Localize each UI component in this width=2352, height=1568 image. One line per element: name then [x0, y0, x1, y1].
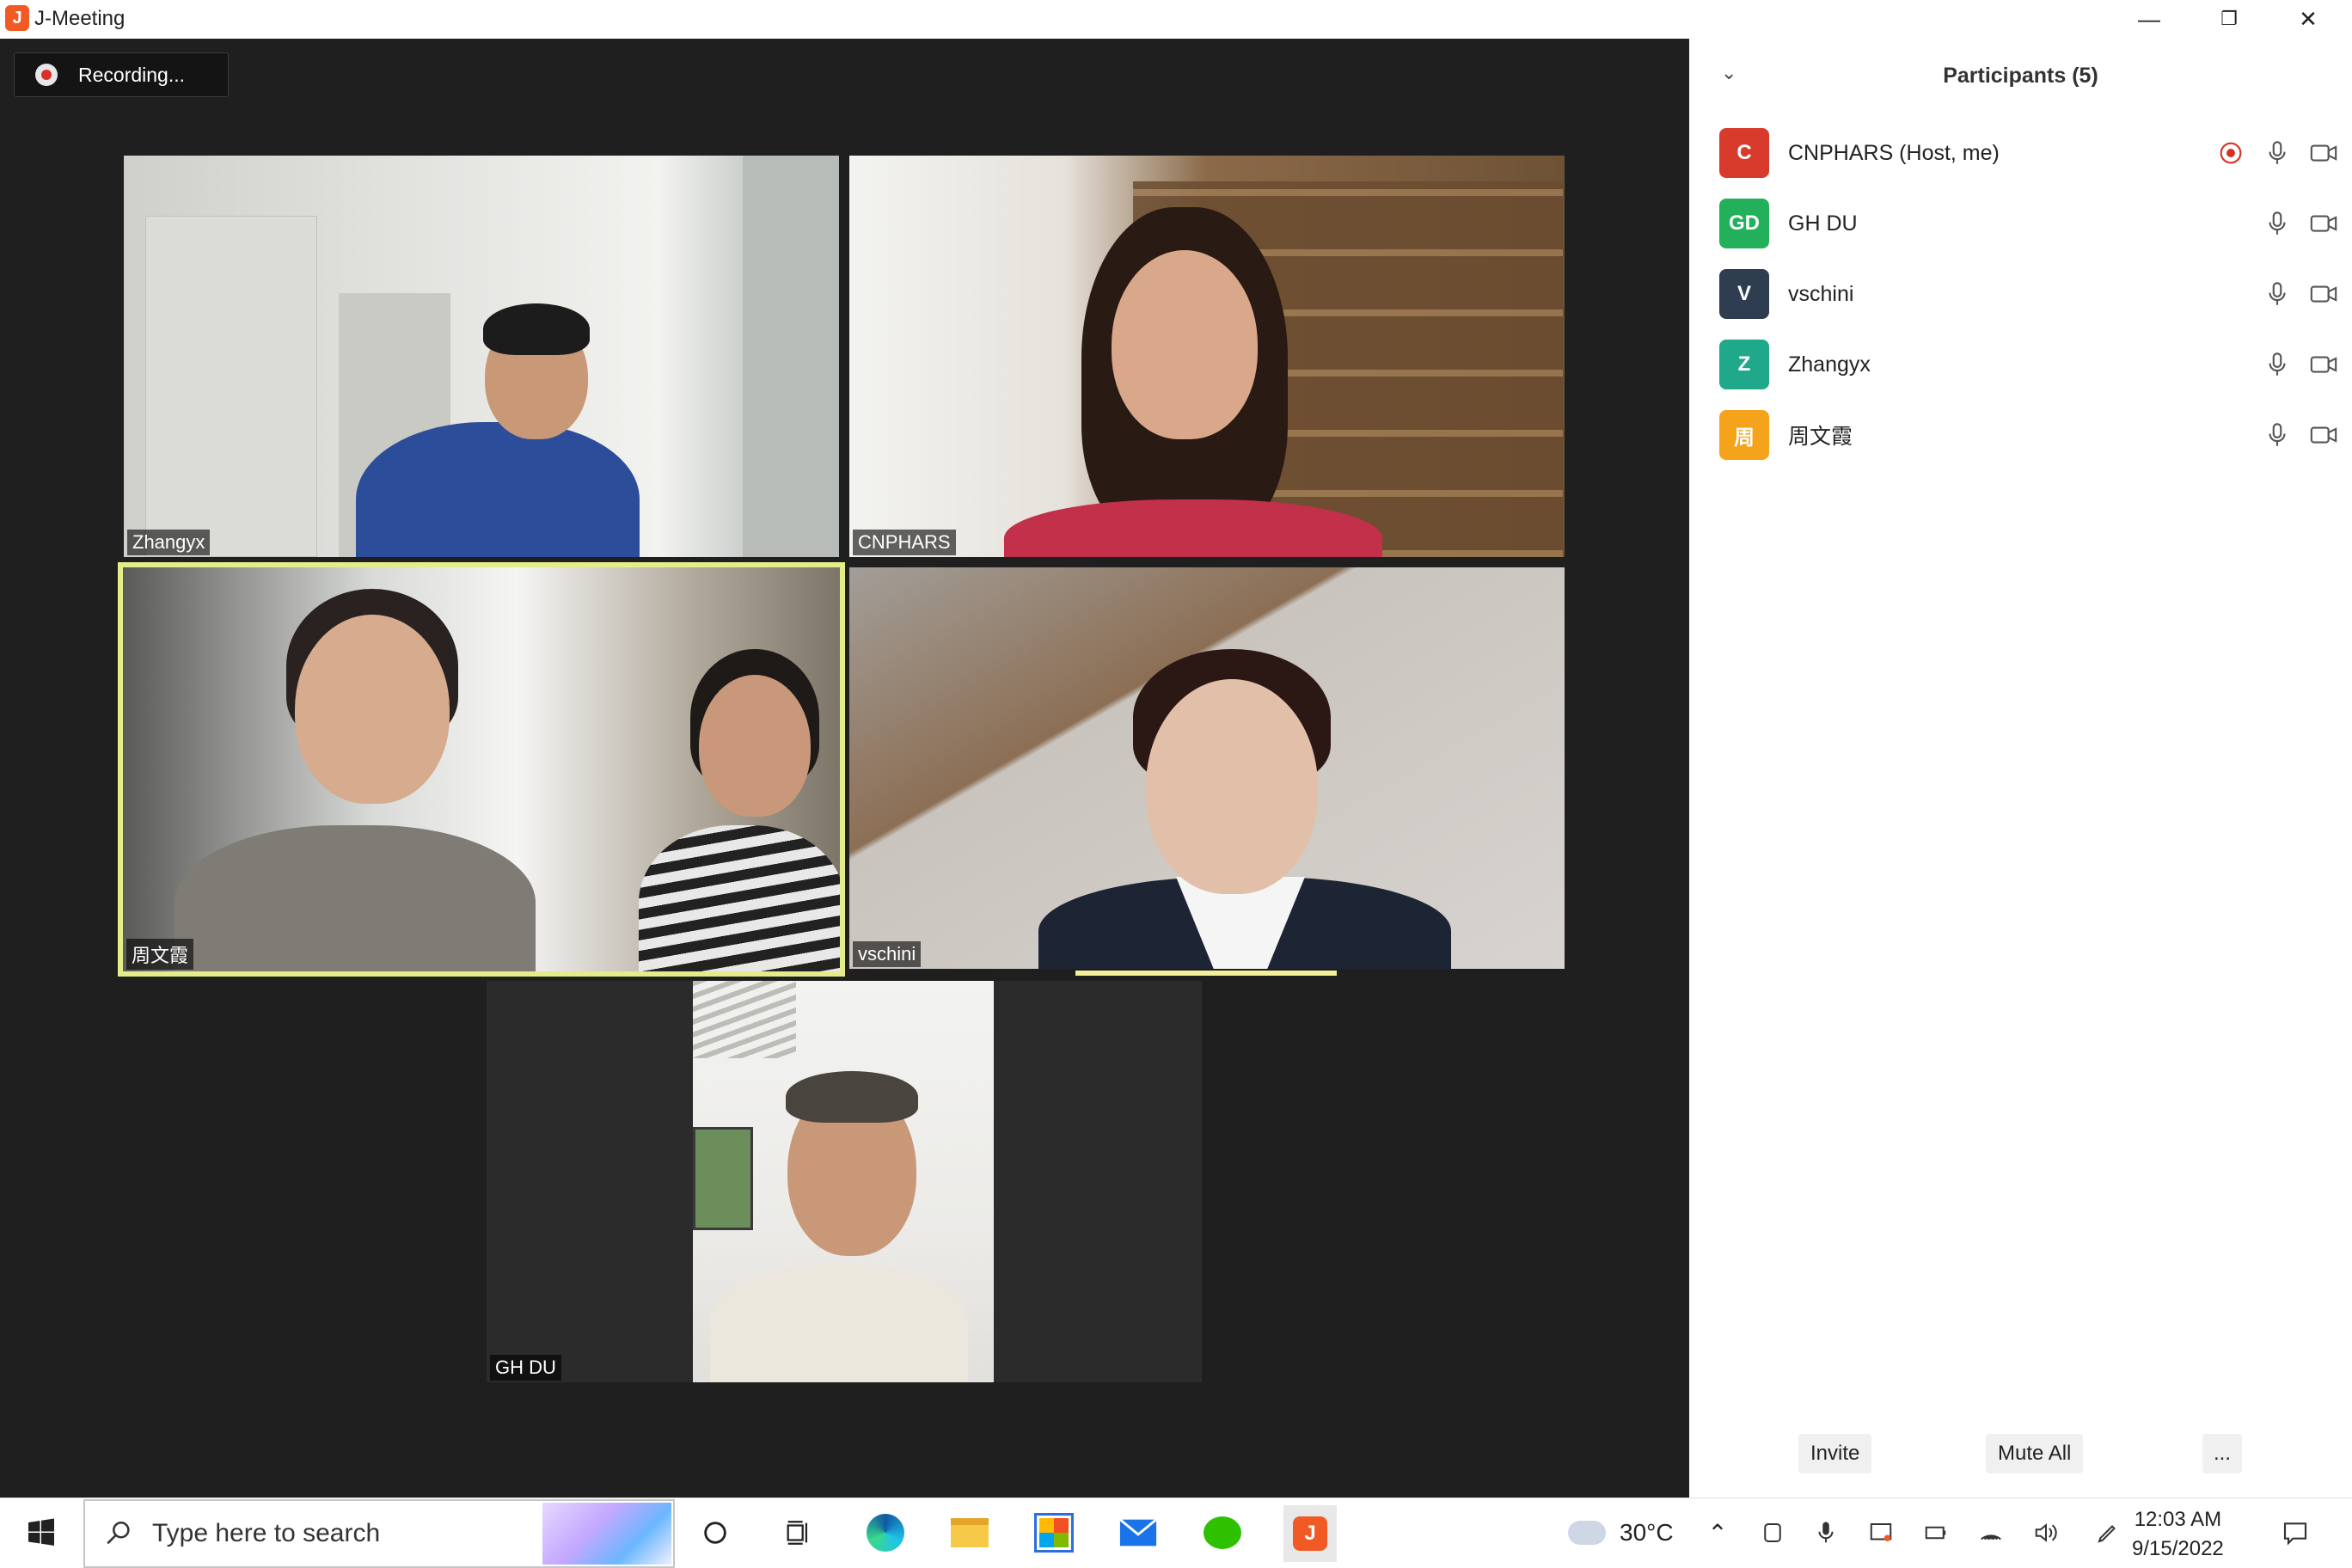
camera-icon[interactable]: [2309, 279, 2338, 309]
recording-label: Recording...: [78, 63, 186, 86]
video-feed: [693, 981, 994, 1382]
search-placeholder: Type here to search: [152, 1519, 381, 1547]
video-tile-gh-du[interactable]: GH DU: [487, 981, 1202, 1382]
tile-name-label: CNPHARS: [853, 530, 956, 555]
person-head-2: [699, 675, 811, 817]
speaker-indicator-bar: [1075, 971, 1337, 976]
participant-name: Zhangyx: [1788, 352, 1871, 377]
avatar: 周: [1719, 410, 1769, 460]
microphone-icon[interactable]: [2263, 209, 2292, 238]
window: [743, 156, 839, 557]
wall-picture: [693, 1127, 753, 1230]
close-button[interactable]: ✕: [2282, 3, 2334, 34]
windows-start-icon[interactable]: [19, 1510, 64, 1555]
person-body: [356, 422, 640, 557]
more-options-button[interactable]: ...: [2202, 1434, 2242, 1473]
video-tile-zhou-wenxia[interactable]: 周文霞: [118, 562, 845, 977]
microphone-icon[interactable]: [2263, 138, 2292, 168]
file-explorer-icon[interactable]: [947, 1510, 992, 1555]
video-grid-area: Recording... Zhangyx CNPHARS 周文霞 vschini: [0, 39, 1689, 1498]
taskbar-search-box[interactable]: Type here to search: [83, 1499, 675, 1568]
person-body-2: [639, 825, 840, 971]
mail-icon[interactable]: [1116, 1510, 1161, 1555]
screen-share-icon[interactable]: [1859, 1510, 1903, 1555]
participants-title: Participants (5): [1943, 64, 2098, 88]
camera-icon[interactable]: [2309, 420, 2338, 450]
taskbar: Type here to search J 30°C ⌃ 12:03 AM 9/…: [0, 1498, 2352, 1568]
person-head: [1146, 679, 1318, 894]
minimize-button[interactable]: —: [2123, 3, 2175, 34]
volume-icon[interactable]: [2024, 1510, 2068, 1555]
weather-temperature[interactable]: 30°C: [1620, 1519, 1674, 1547]
invite-button[interactable]: Invite: [1798, 1434, 1872, 1473]
participant-row[interactable]: Z Zhangyx: [1719, 339, 2338, 390]
avatar: GD: [1719, 199, 1769, 248]
microphone-icon[interactable]: [2263, 350, 2292, 379]
participant-name: CNPHARS (Host, me): [1788, 140, 2000, 165]
microphone-icon[interactable]: [2263, 420, 2292, 450]
battery-icon[interactable]: [1914, 1510, 1958, 1555]
edge-browser-icon[interactable]: [863, 1510, 908, 1555]
video-tile-zhangyx[interactable]: Zhangyx: [124, 156, 839, 557]
person-hair: [786, 1071, 918, 1123]
participant-row[interactable]: C CNPHARS (Host, me): [1719, 127, 2338, 179]
participant-name: GH DU: [1788, 211, 1858, 236]
avatar: C: [1719, 128, 1769, 178]
video-tile-cnphars[interactable]: CNPHARS: [849, 156, 1565, 557]
search-icon: [107, 1521, 130, 1545]
restore-button[interactable]: ❐: [2203, 3, 2255, 34]
j-meeting-taskbar-icon[interactable]: J: [1283, 1505, 1337, 1562]
participants-panel: — ❐ ✕ ⌄ Participants (5) C CNPHARS (Host…: [1689, 0, 2352, 1498]
participant-row[interactable]: GD GH DU: [1719, 198, 2338, 249]
camera-icon[interactable]: [2309, 138, 2338, 168]
app-title: J-Meeting: [34, 7, 126, 30]
cabinet: [145, 216, 317, 557]
mute-all-button[interactable]: Mute All: [1986, 1434, 2084, 1473]
person-head: [1112, 250, 1258, 439]
person-head: [295, 615, 450, 804]
microphone-tray-icon[interactable]: [1804, 1510, 1848, 1555]
tile-name-label: vschini: [853, 941, 922, 967]
person-hair: [483, 303, 590, 355]
microsoft-store-icon[interactable]: [1032, 1510, 1076, 1555]
video-tile-vschini[interactable]: vschini: [849, 567, 1565, 969]
person-body: [710, 1265, 968, 1382]
participant-row[interactable]: 周 周文霞: [1719, 409, 2338, 461]
clock-time: 12:03 AM: [2134, 1508, 2222, 1531]
participant-name: 周文霞: [1788, 425, 1853, 449]
title-bar: J J-Meeting: [0, 0, 1689, 39]
wifi-icon[interactable]: [1969, 1510, 2013, 1555]
microphone-icon[interactable]: [2263, 279, 2292, 309]
recording-status-icon: [2220, 142, 2242, 164]
participant-name: vschini: [1788, 281, 1854, 306]
search-highlight-image: [542, 1503, 671, 1565]
avatar: V: [1719, 269, 1769, 319]
cortana-icon[interactable]: [693, 1510, 738, 1555]
wechat-icon[interactable]: [1200, 1510, 1245, 1555]
pen-icon[interactable]: [2086, 1510, 2130, 1555]
person-body: [175, 825, 536, 971]
system-clock[interactable]: 12:03 AM 9/15/2022: [2132, 1505, 2224, 1564]
record-icon: [35, 64, 58, 86]
avatar: Z: [1719, 340, 1769, 389]
chevron-up-icon[interactable]: ⌃: [1695, 1510, 1740, 1555]
camera-icon[interactable]: [2309, 350, 2338, 379]
tile-name-label: 周文霞: [126, 939, 194, 970]
recording-indicator[interactable]: Recording...: [14, 52, 229, 97]
task-view-icon[interactable]: [775, 1510, 820, 1555]
air-conditioner: [693, 981, 796, 1058]
app-logo-icon: J: [5, 5, 29, 31]
participant-row[interactable]: V vschini: [1719, 268, 2338, 320]
tile-name-label: Zhangyx: [127, 530, 211, 555]
clock-date: 9/15/2022: [2132, 1537, 2224, 1560]
camera-icon[interactable]: [2309, 209, 2338, 238]
weather-cloud-icon[interactable]: [1565, 1510, 1609, 1555]
meet-now-icon[interactable]: [1750, 1510, 1795, 1555]
notifications-icon[interactable]: [2273, 1510, 2318, 1555]
tile-name-label: GH DU: [490, 1355, 561, 1381]
